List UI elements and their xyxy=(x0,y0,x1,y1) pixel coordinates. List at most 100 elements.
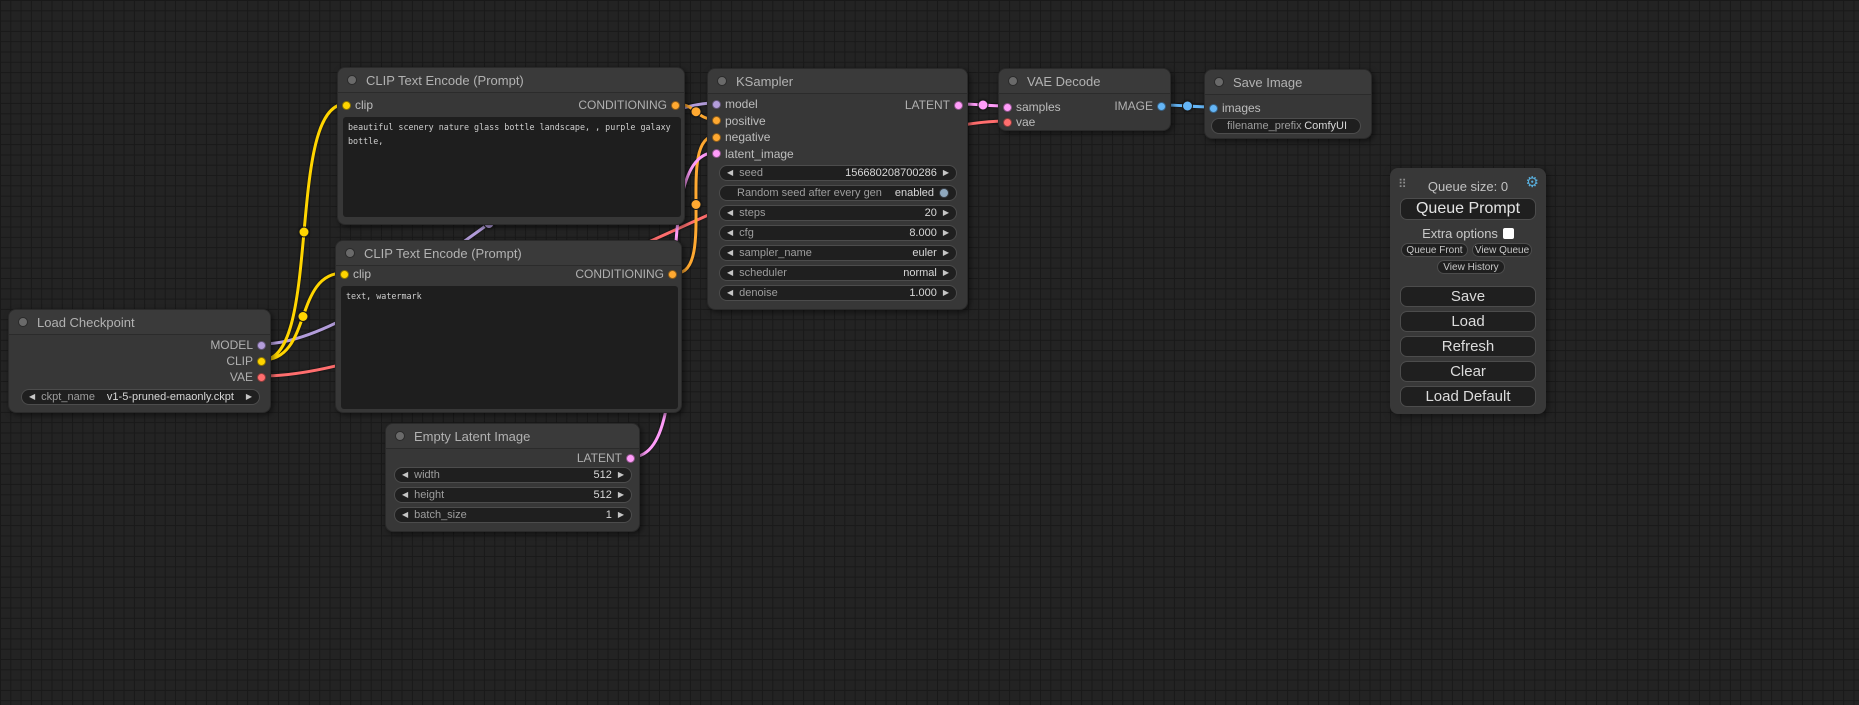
collapse-dot-icon[interactable] xyxy=(1008,76,1018,86)
node-ksampler[interactable]: KSampler model positive negative latent_… xyxy=(707,68,968,310)
input-port-clip[interactable] xyxy=(340,270,349,279)
collapse-dot-icon[interactable] xyxy=(345,248,355,258)
prompt-textarea[interactable]: beautiful scenery nature glass bottle la… xyxy=(343,117,681,217)
stepper-right-icon[interactable]: ▶ xyxy=(618,468,624,482)
stepper-right-icon[interactable]: ▶ xyxy=(943,206,949,220)
stepper-left-icon[interactable]: ◀ xyxy=(727,166,733,180)
queue-front-button[interactable]: Queue Front xyxy=(1401,243,1468,257)
prompt-textarea[interactable]: text, watermark xyxy=(341,286,678,409)
collapse-dot-icon[interactable] xyxy=(1214,77,1224,87)
node-clip-text-encode-positive[interactable]: CLIP Text Encode (Prompt) clip CONDITION… xyxy=(337,67,685,225)
stepper-left-icon[interactable]: ◀ xyxy=(727,286,733,300)
gear-icon[interactable]: ⚙ xyxy=(1526,175,1539,190)
output-port-latent[interactable] xyxy=(954,101,963,110)
node-title-bar[interactable]: CLIP Text Encode (Prompt) xyxy=(338,68,684,93)
node-title-bar[interactable]: Save Image xyxy=(1205,70,1371,95)
extra-options-label: Extra options xyxy=(1422,226,1498,241)
stepper-left-icon[interactable]: ◀ xyxy=(727,226,733,240)
collapse-dot-icon[interactable] xyxy=(395,431,405,441)
stepper-right-icon[interactable]: ▶ xyxy=(618,508,624,522)
input-port-samples[interactable] xyxy=(1003,103,1012,112)
widget-cfg[interactable]: ◀ cfg 8.000 ▶ xyxy=(719,225,957,241)
collapse-dot-icon[interactable] xyxy=(347,75,357,85)
view-queue-button[interactable]: View Queue xyxy=(1472,243,1532,257)
queue-prompt-button[interactable]: Queue Prompt xyxy=(1400,198,1536,220)
link-midpoint-dot[interactable] xyxy=(1183,101,1193,111)
widget-denoise[interactable]: ◀ denoise 1.000 ▶ xyxy=(719,285,957,301)
node-clip-text-encode-negative[interactable]: CLIP Text Encode (Prompt) clip CONDITION… xyxy=(335,240,682,413)
node-title-bar[interactable]: Empty Latent Image xyxy=(386,424,639,449)
view-history-button[interactable]: View History xyxy=(1437,260,1505,274)
node-title-bar[interactable]: CLIP Text Encode (Prompt) xyxy=(336,241,681,266)
output-port-conditioning[interactable] xyxy=(671,101,680,110)
extra-options-checkbox[interactable] xyxy=(1503,228,1514,239)
widget-width[interactable]: ◀ width 512 ▶ xyxy=(394,467,632,483)
widget-value: 20 xyxy=(925,207,937,219)
input-label-negative: negative xyxy=(725,130,770,144)
stepper-left-icon[interactable]: ◀ xyxy=(402,508,408,522)
link-midpoint-dot[interactable] xyxy=(691,107,701,117)
load-default-button[interactable]: Load Default xyxy=(1400,386,1536,407)
input-port-images[interactable] xyxy=(1209,104,1218,113)
widget-label: ckpt_name xyxy=(41,391,95,403)
input-port-latent-image[interactable] xyxy=(712,149,721,158)
stepper-left-icon[interactable]: ◀ xyxy=(727,266,733,280)
widget-seed[interactable]: ◀ seed 156680208700286 ▶ xyxy=(719,165,957,181)
node-title-bar[interactable]: KSampler xyxy=(708,69,967,94)
refresh-button[interactable]: Refresh xyxy=(1400,336,1536,357)
node-save-image[interactable]: Save Image images filename_prefix ComfyU… xyxy=(1204,69,1372,139)
output-port-image[interactable] xyxy=(1157,102,1166,111)
widget-sampler-name[interactable]: ◀ sampler_name euler ▶ xyxy=(719,245,957,261)
graph-canvas[interactable]: Load Checkpoint MODEL CLIP VAE ◀ ckpt_na… xyxy=(0,0,1859,705)
output-port-vae[interactable] xyxy=(257,373,266,382)
widget-filename-prefix[interactable]: filename_prefix ComfyUI xyxy=(1211,118,1361,134)
node-load-checkpoint[interactable]: Load Checkpoint MODEL CLIP VAE ◀ ckpt_na… xyxy=(8,309,271,413)
link-midpoint-dot[interactable] xyxy=(298,312,308,322)
widget-steps[interactable]: ◀ steps 20 ▶ xyxy=(719,205,957,221)
stepper-right-icon[interactable]: ▶ xyxy=(943,246,949,260)
node-vae-decode[interactable]: VAE Decode samples vae IMAGE xyxy=(998,68,1171,131)
node-empty-latent-image[interactable]: Empty Latent Image LATENT ◀ width 512 ▶ … xyxy=(385,423,640,532)
input-port-negative[interactable] xyxy=(712,133,721,142)
node-title-bar[interactable]: VAE Decode xyxy=(999,69,1170,94)
input-port-clip[interactable] xyxy=(342,101,351,110)
widget-height[interactable]: ◀ height 512 ▶ xyxy=(394,487,632,503)
stepper-right-icon[interactable]: ▶ xyxy=(943,226,949,240)
input-port-vae[interactable] xyxy=(1003,118,1012,127)
stepper-right-icon[interactable]: ▶ xyxy=(943,286,949,300)
widget-ckpt-name[interactable]: ◀ ckpt_name v1-5-pruned-emaonly.ckpt ▶ xyxy=(21,389,260,405)
queue-panel: ⠿ Queue size: 0 ⚙ Queue Prompt Extra opt… xyxy=(1390,168,1546,414)
stepper-left-icon[interactable]: ◀ xyxy=(29,390,35,404)
output-port-clip[interactable] xyxy=(257,357,266,366)
stepper-left-icon[interactable]: ◀ xyxy=(727,206,733,220)
widget-label: sampler_name xyxy=(739,247,812,259)
load-button[interactable]: Load xyxy=(1400,311,1536,332)
save-button[interactable]: Save xyxy=(1400,286,1536,307)
widget-random-seed[interactable]: Random seed after every gen enabled xyxy=(719,185,957,201)
collapse-dot-icon[interactable] xyxy=(18,317,28,327)
link-midpoint-dot[interactable] xyxy=(978,100,988,110)
widget-scheduler[interactable]: ◀ scheduler normal ▶ xyxy=(719,265,957,281)
collapse-dot-icon[interactable] xyxy=(717,76,727,86)
widget-value: normal xyxy=(903,267,937,279)
stepper-left-icon[interactable]: ◀ xyxy=(727,246,733,260)
output-port-model[interactable] xyxy=(257,341,266,350)
stepper-right-icon[interactable]: ▶ xyxy=(943,266,949,280)
clear-button[interactable]: Clear xyxy=(1400,361,1536,382)
link-midpoint-dot[interactable] xyxy=(691,200,701,210)
link-midpoint-dot[interactable] xyxy=(299,227,309,237)
node-title-bar[interactable]: Load Checkpoint xyxy=(9,310,270,335)
stepper-left-icon[interactable]: ◀ xyxy=(402,468,408,482)
input-port-positive[interactable] xyxy=(712,116,721,125)
output-port-latent[interactable] xyxy=(626,454,635,463)
widget-batch-size[interactable]: ◀ batch_size 1 ▶ xyxy=(394,507,632,523)
stepper-right-icon[interactable]: ▶ xyxy=(246,390,252,404)
input-port-model[interactable] xyxy=(712,100,721,109)
widget-label: width xyxy=(414,469,440,481)
stepper-left-icon[interactable]: ◀ xyxy=(402,488,408,502)
stepper-right-icon[interactable]: ▶ xyxy=(943,166,949,180)
widget-label: filename_prefix xyxy=(1227,120,1302,132)
toggle-enabled-icon[interactable] xyxy=(939,188,949,198)
output-port-conditioning[interactable] xyxy=(668,270,677,279)
stepper-right-icon[interactable]: ▶ xyxy=(618,488,624,502)
